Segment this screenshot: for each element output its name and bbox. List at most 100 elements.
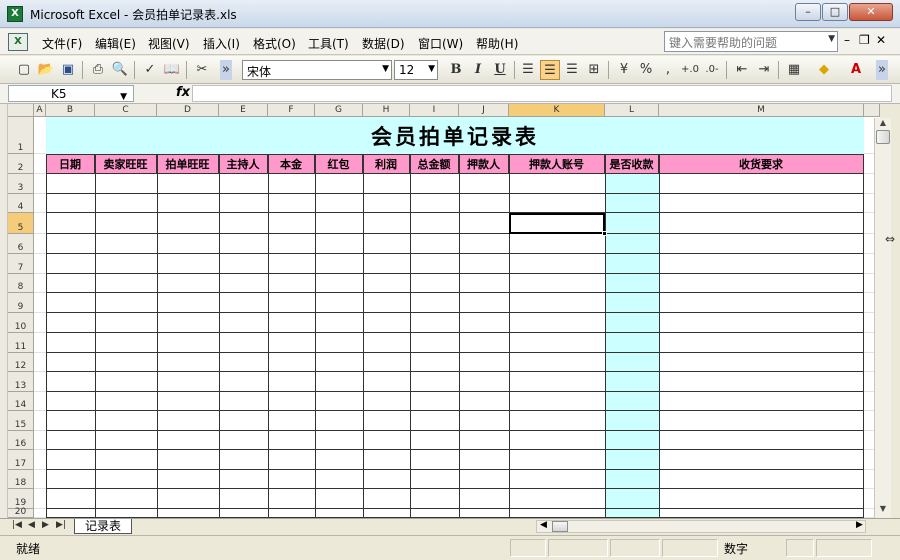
italic-button[interactable]: I [468, 60, 488, 80]
table-header-cell[interactable]: 主持人 [219, 155, 268, 174]
active-cell-k5[interactable] [509, 213, 605, 234]
table-header-cell[interactable]: 卖家旺旺 [95, 155, 157, 174]
row-header-19[interactable]: 19 [8, 489, 34, 509]
row-header-15[interactable]: 15 [8, 411, 34, 431]
row-header-14[interactable]: 14 [8, 392, 34, 411]
row-header-12[interactable]: 12 [8, 353, 34, 372]
name-box[interactable]: K5 ▼ [8, 85, 134, 102]
percent-button[interactable]: % [636, 60, 656, 80]
table-header-cell[interactable]: 日期 [46, 155, 95, 174]
row-header-2[interactable]: 2 [8, 154, 34, 174]
maximize-button[interactable]: □ [822, 3, 848, 21]
scroll-right-icon[interactable]: ▶ [856, 520, 863, 530]
prev-sheet-icon[interactable]: ◀ [28, 520, 35, 530]
menu-tools[interactable]: 工具(T) [308, 35, 349, 52]
chevron-down-icon[interactable]: ▼ [382, 64, 389, 74]
scroll-down-icon[interactable]: ▼ [876, 504, 890, 516]
scroll-up-icon[interactable]: ▲ [876, 118, 890, 130]
close-button[interactable]: ✕ [849, 3, 893, 21]
toolbar-options-icon[interactable]: » [876, 60, 888, 80]
menu-insert[interactable]: 插入(I) [203, 35, 240, 52]
table-header-cell[interactable]: 拍单旺旺 [157, 155, 219, 174]
align-left-icon[interactable]: ☰ [518, 60, 538, 80]
doc-minimize-button[interactable]: – [844, 33, 850, 47]
menu-edit[interactable]: 编辑(E) [95, 35, 136, 52]
table-header-cell[interactable]: 本金 [268, 155, 315, 174]
next-sheet-icon[interactable]: ▶ [42, 520, 49, 530]
scroll-left-icon[interactable]: ◀ [540, 520, 547, 530]
align-right-icon[interactable]: ☰ [562, 60, 582, 80]
fill-color-icon[interactable]: ◆ [814, 60, 834, 80]
currency-icon[interactable]: ¥ [614, 60, 634, 80]
new-document-icon[interactable]: ▢ [14, 60, 34, 80]
column-header-j[interactable]: J [459, 104, 509, 117]
table-header-cell[interactable]: 押款人 [459, 155, 509, 174]
row-header-11[interactable]: 11 [8, 333, 34, 353]
print-icon[interactable]: ⎙ [88, 60, 108, 80]
column-header-e[interactable]: E [219, 104, 268, 117]
row-header-4[interactable]: 4 [8, 194, 34, 213]
column-header-m[interactable]: M [659, 104, 864, 117]
font-size-select[interactable]: 12 ▼ [394, 60, 438, 80]
column-header-c[interactable]: C [95, 104, 157, 117]
table-header-cell[interactable]: 是否收款 [605, 155, 659, 174]
column-header-f[interactable]: F [268, 104, 315, 117]
horizontal-scroll-thumb[interactable] [552, 521, 568, 532]
table-header-cell[interactable]: 红包 [315, 155, 363, 174]
menu-window[interactable]: 窗口(W) [418, 35, 463, 52]
cut-icon[interactable]: ✂ [192, 60, 212, 80]
menu-view[interactable]: 视图(V) [148, 35, 190, 52]
print-preview-icon[interactable]: 🔍 [110, 60, 130, 80]
increase-decimal-icon[interactable]: +.0 [680, 60, 700, 80]
chevron-down-icon[interactable]: ▼ [428, 64, 435, 74]
row-header-18[interactable]: 18 [8, 470, 34, 489]
sheet-tab-records[interactable]: 记录表 [74, 519, 133, 534]
row-header-13[interactable]: 13 [8, 372, 34, 392]
borders-icon[interactable]: ▦ [784, 60, 804, 80]
increase-indent-icon[interactable]: ⇥ [754, 60, 774, 80]
menu-file[interactable]: 文件(F) [42, 35, 82, 52]
row-header-20[interactable]: 20 [8, 508, 34, 518]
decrease-indent-icon[interactable]: ⇤ [732, 60, 752, 80]
research-icon[interactable]: 📖 [162, 60, 182, 80]
split-handle-icon[interactable]: ⇔ [885, 232, 895, 246]
save-icon[interactable]: ▣ [58, 60, 78, 80]
underline-button[interactable]: U [490, 60, 510, 80]
help-search-input[interactable]: 键入需要帮助的问题 ▼ [664, 31, 838, 52]
column-header-d[interactable]: D [157, 104, 219, 117]
open-folder-icon[interactable]: 📂 [36, 60, 56, 80]
column-header-h[interactable]: H [363, 104, 410, 117]
minimize-button[interactable]: – [795, 3, 821, 21]
row-header-6[interactable]: 6 [8, 234, 34, 254]
first-sheet-icon[interactable]: |◀ [12, 520, 22, 530]
table-header-cell[interactable]: 押款人账号 [509, 155, 605, 174]
chevron-down-icon[interactable]: ▼ [828, 34, 835, 44]
font-color-icon[interactable]: A [846, 60, 866, 80]
column-header-a[interactable]: A [34, 104, 46, 117]
column-header-i[interactable]: I [410, 104, 459, 117]
table-header-cell[interactable]: 总金额 [410, 155, 459, 174]
merge-center-icon[interactable]: ⊞ [584, 60, 604, 80]
row-header-9[interactable]: 9 [8, 293, 34, 313]
insert-function-icon[interactable]: fx [176, 85, 190, 100]
row-header-7[interactable]: 7 [8, 254, 34, 274]
row-header-1[interactable]: 1 [8, 117, 34, 154]
font-name-select[interactable]: 宋体 ▼ [242, 60, 392, 80]
bold-button[interactable]: B [446, 60, 466, 80]
row-header-16[interactable]: 16 [8, 431, 34, 450]
column-header-l[interactable]: L [605, 104, 659, 117]
fill-handle[interactable] [602, 231, 607, 236]
align-center-icon[interactable]: ☰ [540, 60, 560, 80]
chevron-down-icon[interactable]: ▼ [120, 89, 127, 105]
worksheet-grid[interactable]: ABCDEFGHIJKLM 1 2 3 4 5 6 7 8 9 10 11 12 13 14 15 16 17 1… [0, 104, 880, 518]
horizontal-scrollbar[interactable] [536, 520, 866, 533]
spelling-icon[interactable]: ✓ [140, 60, 160, 80]
row-header-17[interactable]: 17 [8, 450, 34, 470]
formula-input[interactable] [192, 85, 892, 102]
select-all-corner[interactable] [8, 104, 34, 117]
menu-format[interactable]: 格式(O) [253, 35, 296, 52]
menu-data[interactable]: 数据(D) [362, 35, 405, 52]
doc-close-button[interactable]: ✕ [876, 33, 886, 47]
workbook-icon[interactable]: X [8, 33, 28, 51]
row-header-10[interactable]: 10 [8, 313, 34, 333]
